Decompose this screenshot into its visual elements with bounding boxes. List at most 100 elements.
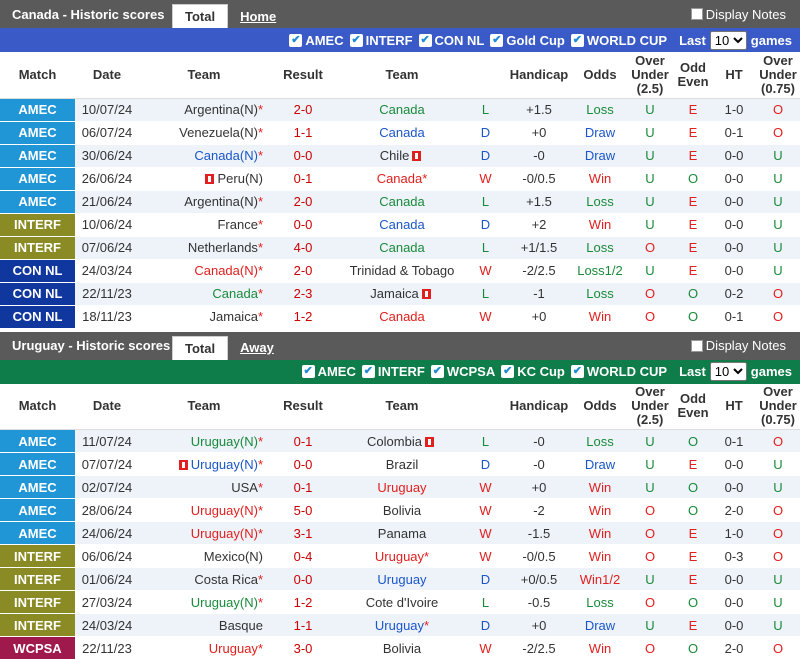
home-team[interactable]: Jamaica* [139, 305, 269, 329]
competition-badge[interactable]: AMEC [0, 452, 75, 476]
match-score[interactable]: 5-0 [269, 498, 337, 522]
home-team-name[interactable]: Uruguay(N) [191, 526, 258, 541]
home-team[interactable]: Peru(N) [139, 167, 269, 191]
home-team[interactable]: Uruguay(N)* [139, 498, 269, 522]
table-row[interactable]: INTERF 07/06/24 Netherlands* 4-0 Canada L +1/1… [0, 236, 800, 260]
away-team[interactable]: Jamaica [337, 282, 467, 306]
checkbox-icon[interactable] [690, 339, 703, 352]
canada-display-notes-toggle[interactable]: Display Notes [690, 7, 786, 22]
home-team[interactable]: Netherlands* [139, 236, 269, 260]
last-games-select[interactable]: 10 [709, 30, 747, 50]
table-row[interactable]: AMEC 10/07/24 Argentina(N)* 2-0 Canada L +1.5 L… [0, 98, 800, 122]
table-row[interactable]: AMEC 11/07/24 Uruguay(N)* 0-1 Colombia L -0 Los… [0, 429, 800, 453]
away-team[interactable]: Canada [337, 236, 467, 260]
away-team-name[interactable]: Panama [378, 526, 426, 541]
match-score[interactable]: 0-4 [269, 544, 337, 568]
away-team-name[interactable]: Trinidad & Tobago [350, 263, 455, 278]
checkbox-icon[interactable] [690, 8, 703, 20]
competition-badge[interactable]: INTERF [0, 544, 75, 568]
match-score[interactable]: 3-1 [269, 521, 337, 545]
home-team[interactable]: Uruguay(N)* [139, 521, 269, 545]
match-score[interactable]: 3-0 [269, 636, 337, 659]
canada-tab-total[interactable]: Total [172, 4, 229, 28]
away-team-name[interactable]: Uruguay [377, 480, 426, 495]
away-team-name[interactable]: Uruguay [375, 618, 424, 633]
home-team[interactable]: Uruguay(N)* [139, 452, 269, 476]
competition-badge[interactable]: INTERF [0, 567, 75, 591]
match-score[interactable]: 0-1 [269, 475, 337, 499]
match-score[interactable]: 2-0 [269, 259, 337, 283]
competition-badge[interactable]: AMEC [0, 498, 75, 522]
competition-badge[interactable]: AMEC [0, 98, 75, 122]
away-team[interactable]: Bolivia [337, 636, 467, 659]
away-team[interactable]: Colombia [337, 429, 467, 453]
match-score[interactable]: 0-1 [269, 429, 337, 453]
home-team-name[interactable]: Mexico(N) [204, 549, 263, 564]
away-team[interactable]: Canada [337, 213, 467, 237]
competition-badge[interactable]: CON NL [0, 305, 75, 329]
table-row[interactable]: AMEC 07/07/24 Uruguay(N)* 0-0 Brazil D -0 Draw U… [0, 452, 800, 476]
filter-wcpsa[interactable]: ✔ WCPSA [430, 364, 495, 379]
away-team[interactable]: Chile [337, 144, 467, 168]
table-row[interactable]: AMEC 24/06/24 Uruguay(N)* 3-1 Panama W -1.5 Win… [0, 521, 800, 545]
home-team[interactable]: France* [139, 213, 269, 237]
checkmark-icon[interactable]: ✔ [301, 365, 315, 378]
table-row[interactable]: CON NL 22/11/23 Canada* 2-3 Jamaica L -1 Loss O O… [0, 282, 800, 306]
away-team[interactable]: Canada [337, 121, 467, 145]
competition-badge[interactable]: INTERF [0, 213, 75, 237]
filter-interf[interactable]: ✔ INTERF [361, 364, 425, 379]
away-team-name[interactable]: Canada [379, 217, 425, 232]
competition-badge[interactable]: WCPSA [0, 636, 75, 659]
filter-con-nl[interactable]: ✔ CON NL [418, 33, 484, 48]
away-team[interactable]: Uruguay [337, 567, 467, 591]
away-team-name[interactable]: Uruguay [375, 549, 424, 564]
away-team[interactable]: Bolivia [337, 498, 467, 522]
match-score[interactable]: 2-0 [269, 98, 337, 122]
away-team-name[interactable]: Canada [379, 309, 425, 324]
home-team[interactable]: USA* [139, 475, 269, 499]
table-row[interactable]: CON NL 24/03/24 Canada(N)* 2-0 Trinidad & To… [0, 259, 800, 283]
home-team-name[interactable]: Venezuela(N) [179, 125, 258, 140]
home-team[interactable]: Canada* [139, 282, 269, 306]
away-team[interactable]: Canada [337, 190, 467, 214]
filter-world-cup[interactable]: ✔ WORLD CUP [570, 33, 667, 48]
table-row[interactable]: AMEC 21/06/24 Argentina(N)* 2-0 Canada L +1.5 L… [0, 190, 800, 214]
table-row[interactable]: INTERF 24/03/24 Basque 1-1 Uruguay* D +0 Draw U E… [0, 613, 800, 637]
home-team-name[interactable]: Argentina(N) [184, 194, 258, 209]
checkmark-icon[interactable]: ✔ [570, 365, 584, 378]
competition-badge[interactable]: AMEC [0, 190, 75, 214]
home-team-name[interactable]: France [217, 217, 257, 232]
away-team-name[interactable]: Jamaica [370, 286, 418, 301]
away-team[interactable]: Uruguay* [337, 613, 467, 637]
away-team[interactable]: Canada [337, 305, 467, 329]
table-row[interactable]: AMEC 28/06/24 Uruguay(N)* 5-0 Bolivia W -2 Win O… [0, 498, 800, 522]
away-team-name[interactable]: Canada [379, 240, 425, 255]
checkmark-icon[interactable]: ✔ [430, 365, 444, 378]
table-row[interactable]: AMEC 02/07/24 USA* 0-1 Uruguay W +0 Win U O 0-0 U [0, 475, 800, 499]
away-team[interactable]: Canada [337, 98, 467, 122]
filter-interf[interactable]: ✔ INTERF [349, 33, 413, 48]
away-team[interactable]: Cote d'Ivoire [337, 590, 467, 614]
checkmark-icon[interactable]: ✔ [418, 33, 432, 47]
away-team-name[interactable]: Uruguay [377, 572, 426, 587]
match-score[interactable]: 0-0 [269, 213, 337, 237]
home-team[interactable]: Venezuela(N)* [139, 121, 269, 145]
home-team-name[interactable]: Jamaica [210, 309, 258, 324]
last-games-select[interactable]: 10 [709, 362, 747, 381]
away-team-name[interactable]: Canada [379, 125, 425, 140]
match-score[interactable]: 0-0 [269, 144, 337, 168]
away-team-name[interactable]: Bolivia [383, 503, 421, 518]
away-team-name[interactable]: Chile [380, 148, 410, 163]
checkmark-icon[interactable]: ✔ [349, 33, 363, 47]
home-team-name[interactable]: Netherlands [188, 240, 258, 255]
match-score[interactable]: 0-1 [269, 167, 337, 191]
match-score[interactable]: 0-0 [269, 567, 337, 591]
home-team-name[interactable]: Uruguay(N) [191, 503, 258, 518]
match-score[interactable]: 1-1 [269, 121, 337, 145]
away-team-name[interactable]: Canada [379, 102, 425, 117]
home-team-name[interactable]: Uruguay(N) [191, 457, 258, 472]
home-team[interactable]: Canada(N)* [139, 259, 269, 283]
checkmark-icon[interactable]: ✔ [501, 365, 515, 378]
checkmark-icon[interactable]: ✔ [570, 33, 584, 47]
home-team[interactable]: Costa Rica* [139, 567, 269, 591]
